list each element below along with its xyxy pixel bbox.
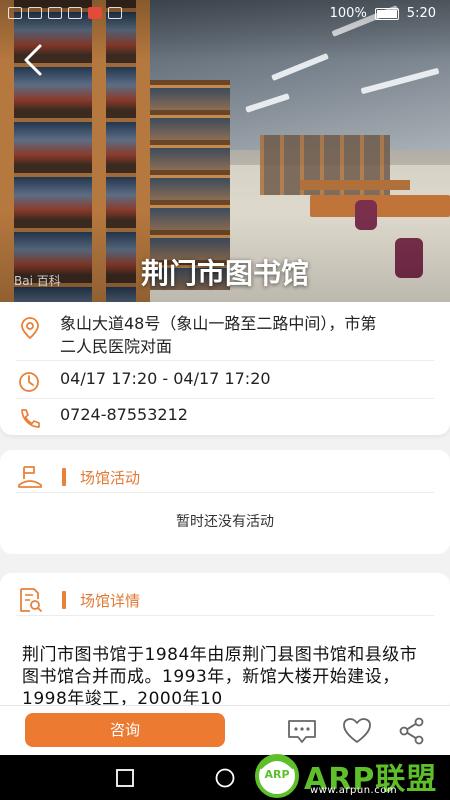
divider xyxy=(16,360,434,361)
activities-section: 场馆活动 暂时还没有活动 xyxy=(0,450,450,554)
venue-title: 荆门市图书馆 xyxy=(140,257,309,290)
location-pin-icon xyxy=(21,317,39,340)
phone-text: 0724-87553212 xyxy=(60,405,188,424)
video-icon xyxy=(88,7,102,19)
back-button[interactable] xyxy=(18,40,50,80)
divider xyxy=(16,615,434,616)
activities-empty-text: 暂时还没有活动 xyxy=(176,514,274,530)
battery-icon xyxy=(374,7,399,20)
chevron-left-icon xyxy=(24,44,42,76)
venue-description: 荆门市图书馆于1984年由原荆门县图书馆和县级市图书馆合并而成。1993年，新馆… xyxy=(22,645,418,709)
divider xyxy=(16,398,434,399)
clock-time: 5:20 xyxy=(406,6,436,21)
user-icon xyxy=(108,7,122,19)
signal-icon xyxy=(8,7,22,19)
details-header: 场馆详情 xyxy=(16,585,140,615)
home-button[interactable] xyxy=(214,767,236,789)
activities-title: 场馆活动 xyxy=(80,468,141,487)
activities-header: 场馆活动 xyxy=(16,462,140,492)
details-section: 场馆详情 荆门市图书馆于1984年由原荆门县图书馆和县级市图书馆合并而成。199… xyxy=(0,573,450,713)
arp-watermark-logo: ARP ARP联盟 www.arpun.com xyxy=(250,752,446,800)
venue-info-card: 象山大道48号（象山一路至二路中间），市第二人民医院对面 04/17 17:20… xyxy=(0,302,450,435)
comment-icon xyxy=(288,720,316,743)
status-bar: 100% 5:20 xyxy=(0,0,450,32)
wifi-icon xyxy=(28,7,42,19)
venue-icon xyxy=(18,466,42,488)
venue-detail-screen: 100% 5:20 Bai 百科 荆门市图书馆 象山大道48号（象山一路至二路中… xyxy=(0,0,450,800)
recent-apps-button[interactable] xyxy=(115,768,135,788)
details-title: 场馆详情 xyxy=(80,591,141,610)
phone-icon xyxy=(21,409,40,428)
address-text: 象山大道48号（象山一路至二路中间），市第二人民医院对面 xyxy=(60,314,377,356)
clock-icon xyxy=(19,372,39,392)
section-accent-bar xyxy=(62,591,66,609)
bottom-action-bar: 咨询 xyxy=(0,705,450,755)
arp-url-text: www.arpun.com xyxy=(310,785,398,796)
section-accent-bar xyxy=(62,468,66,486)
document-search-icon xyxy=(20,588,42,612)
arp-logo-badge: ARP xyxy=(264,768,290,781)
divider xyxy=(16,492,434,493)
share-icon xyxy=(399,717,424,745)
circle-icon xyxy=(215,768,235,788)
favorite-button[interactable] xyxy=(341,715,373,747)
share-button[interactable] xyxy=(396,715,428,747)
hours-row: 04/17 17:20 - 04/17 17:20 xyxy=(16,367,434,393)
battery-percent: 100% xyxy=(329,6,367,21)
heart-icon xyxy=(343,718,371,743)
consult-button[interactable]: 咨询 xyxy=(25,713,225,747)
phone-row[interactable]: 0724-87553212 xyxy=(16,403,434,429)
chat-icon xyxy=(68,7,82,19)
square-icon xyxy=(116,769,134,787)
camera-icon xyxy=(48,7,62,19)
hours-text: 04/17 17:20 - 04/17 17:20 xyxy=(60,369,271,388)
address-row[interactable]: 象山大道48号（象山一路至二路中间），市第二人民医院对面 xyxy=(16,312,434,358)
comment-button[interactable] xyxy=(286,715,318,747)
